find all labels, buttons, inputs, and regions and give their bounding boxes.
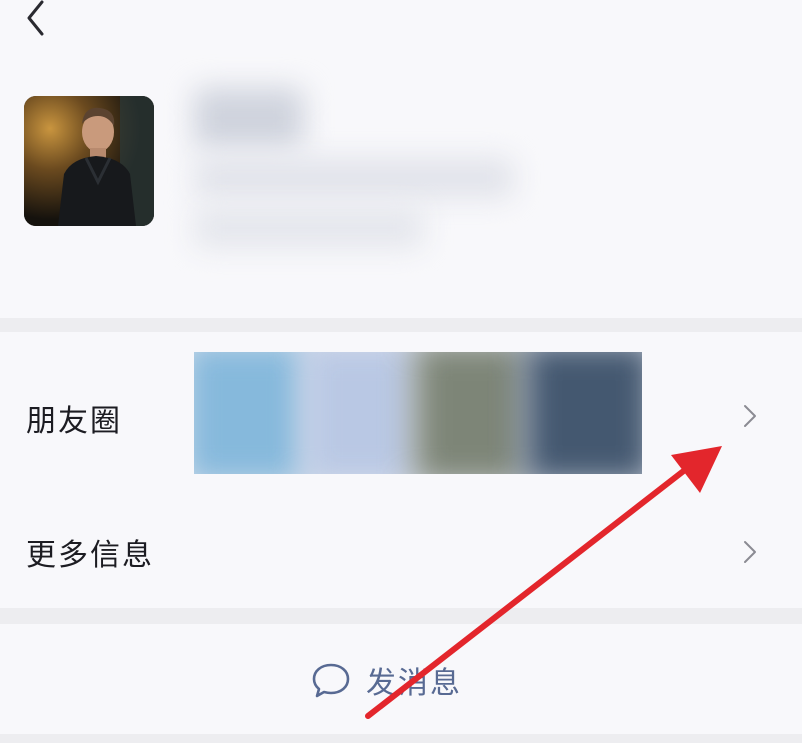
profile-card [0,0,802,318]
more-info-label: 更多信息 [26,538,154,573]
action-bar: 发消息 [0,624,802,734]
contact-profile-screen: 朋友圈 更多信息 发消息 [0,0,802,743]
moments-row[interactable]: 朋友圈 [0,332,802,482]
profile-info-blurred [190,82,530,262]
chevron-right-icon [744,541,756,563]
moments-thumbnail [304,352,414,474]
moments-thumbnail [194,352,304,474]
profile-list: 朋友圈 更多信息 [0,332,802,608]
chevron-left-icon [27,0,44,36]
moments-label: 朋友圈 [26,404,122,439]
send-message-label: 发消息 [366,666,462,701]
back-button[interactable] [18,0,54,40]
chat-bubble-icon [312,663,350,698]
chevron-right-icon [744,405,756,427]
moments-thumbnail [524,352,642,474]
avatar[interactable] [24,96,154,226]
more-info-row[interactable]: 更多信息 [0,482,802,608]
moments-thumbnail [414,352,524,474]
send-message-button[interactable]: 发消息 [310,660,462,701]
moments-thumbnails[interactable] [194,352,642,474]
avatar-photo [24,96,154,226]
